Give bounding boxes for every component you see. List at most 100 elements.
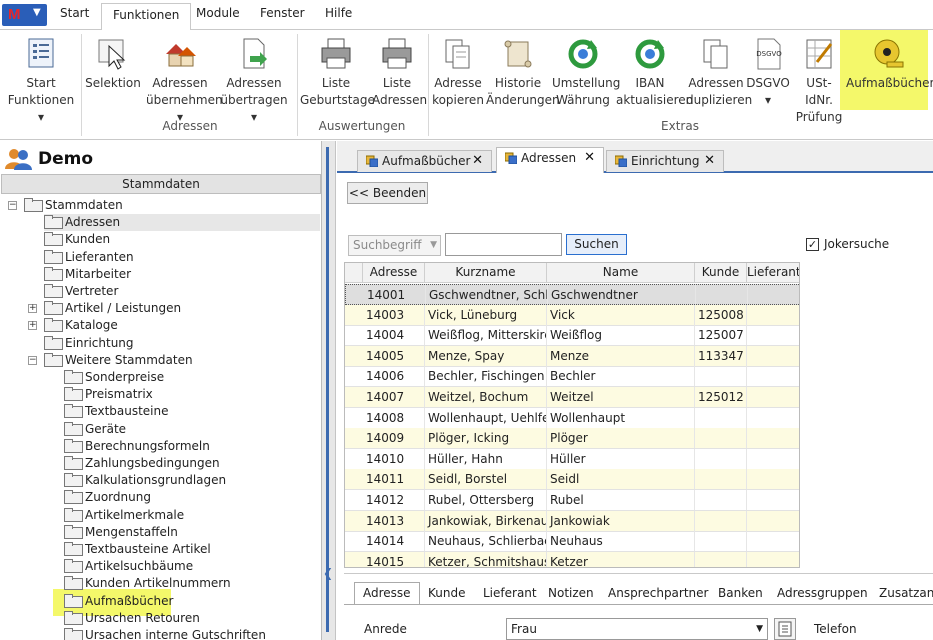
tree-item-label: Geräte bbox=[85, 421, 127, 436]
close-icon[interactable]: ✕ bbox=[472, 151, 483, 171]
aufmassbuecher-button[interactable]: Aufmaßbücher bbox=[846, 36, 933, 92]
umstellung-waehrung-button[interactable]: Umstellung Währung bbox=[552, 36, 620, 109]
tree-item[interactable]: Sonderpreise bbox=[64, 369, 164, 386]
tree-item[interactable]: Preismatrix bbox=[64, 386, 153, 403]
tree-item[interactable]: Weitere Stammdaten bbox=[44, 352, 193, 369]
tab-module[interactable]: Module bbox=[196, 6, 240, 20]
close-icon[interactable]: ✕ bbox=[584, 148, 595, 168]
tree-item[interactable]: Geräte bbox=[64, 421, 126, 438]
ust-idnr-pruefung-button[interactable]: USt-IdNr. Prüfung bbox=[794, 36, 844, 126]
tree-item[interactable]: Kunden bbox=[44, 231, 110, 248]
adressen-duplizieren-button[interactable]: Adressen duplizieren bbox=[686, 36, 752, 109]
tab-hilfe[interactable]: Hilfe bbox=[325, 6, 352, 20]
tree-item[interactable]: Textbausteine Artikel bbox=[64, 541, 211, 558]
detail-tab[interactable]: Banken bbox=[718, 586, 763, 600]
tab-fenster[interactable]: Fenster bbox=[260, 6, 305, 20]
detail-tab[interactable]: Lieferant bbox=[483, 586, 537, 600]
collapse-icon[interactable]: − bbox=[28, 355, 37, 365]
detail-tab[interactable]: Notizen bbox=[548, 586, 594, 600]
tree-item[interactable]: Einrichtung bbox=[44, 335, 134, 352]
button-label: aktualisieren bbox=[616, 93, 694, 107]
close-icon[interactable]: ✕ bbox=[704, 151, 715, 171]
tree-item[interactable]: Lieferanten bbox=[44, 249, 134, 266]
column-header[interactable]: Kurzname bbox=[425, 263, 547, 283]
detail-tab[interactable]: Kunde bbox=[428, 586, 465, 600]
table-row[interactable]: 14003 Vick, Lüneburg Vick 125008 bbox=[345, 304, 799, 326]
collapse-left-icon[interactable]: ❮ bbox=[323, 566, 333, 580]
tree-item-label: Kunden bbox=[65, 232, 111, 247]
expand-icon[interactable]: + bbox=[28, 304, 37, 314]
tab-start[interactable]: Start bbox=[60, 6, 89, 20]
table-row[interactable]: 14015Ketzer, SchmitshausenKetzer bbox=[345, 551, 799, 567]
table-row[interactable]: 14004Weißflog, MitterskirchenWeißflog125… bbox=[345, 325, 799, 347]
column-header[interactable]: Lieferant bbox=[747, 263, 799, 283]
adresse-kopieren-button[interactable]: Adresse kopieren bbox=[432, 36, 484, 109]
tree-item[interactable]: Mitarbeiter bbox=[44, 266, 131, 283]
detail-tab[interactable]: Zusatzans bbox=[879, 586, 933, 600]
tree-item[interactable]: Berechnungsformeln bbox=[64, 438, 210, 455]
jokersuche-checkbox[interactable]: ✓ bbox=[806, 238, 819, 251]
table-row[interactable]: 14001Gschwendtner, SchlierseeGschwendtne… bbox=[345, 284, 799, 305]
tree-item[interactable]: Kunden Artikelnummern bbox=[64, 575, 231, 592]
column-header[interactable]: Kunde bbox=[695, 263, 747, 283]
tree-item[interactable]: Aufmaßbücher bbox=[64, 593, 173, 610]
tree-item[interactable]: Adressen bbox=[44, 214, 320, 232]
tab-adressen[interactable]: Adressen ✕ bbox=[496, 147, 604, 173]
collapse-icon[interactable]: − bbox=[8, 201, 17, 210]
tree-item[interactable]: Kalkulationsgrundlagen bbox=[64, 472, 226, 489]
table-row[interactable]: 14009 Plöger, Icking Plöger bbox=[345, 428, 799, 450]
detail-tab[interactable]: Adressgruppen bbox=[777, 586, 868, 600]
table-row[interactable]: 14010 Hüller, Hahn Hüller bbox=[345, 448, 799, 470]
suchen-button[interactable]: Suchen bbox=[566, 234, 627, 255]
tree-item[interactable]: Zuordnung bbox=[64, 489, 151, 506]
tree-item[interactable]: Artikelmerkmale bbox=[64, 507, 184, 524]
dsgvo-button[interactable]: DSGVO DSGVO ▾ bbox=[746, 36, 790, 109]
historie-aenderungen-button[interactable]: Historie Änderungen bbox=[486, 36, 560, 109]
table-row[interactable]: 14014 Neuhaus, Schlierbach Neuhaus bbox=[345, 531, 799, 553]
beenden-button[interactable]: << Beenden bbox=[347, 182, 428, 204]
detail-tab[interactable]: Ansprechpartner bbox=[608, 586, 708, 600]
search-field-select[interactable]: Suchbegriff ▼ bbox=[348, 235, 441, 256]
tree-item[interactable]: Textbausteine bbox=[64, 403, 169, 420]
adressen-uebertragen-button[interactable]: Adressen übertragen ▾ bbox=[218, 36, 290, 126]
button-label: kopieren bbox=[432, 93, 484, 107]
panel-splitter[interactable]: ❮ bbox=[322, 141, 336, 640]
tree-item[interactable]: Kataloge bbox=[44, 317, 118, 334]
tree-item[interactable]: Vertreter bbox=[44, 283, 118, 300]
tree-item[interactable]: Artikelsuchbäume bbox=[64, 558, 193, 575]
table-row[interactable]: 14005 Menze, Spay Menze 113347 bbox=[345, 345, 799, 367]
table-row[interactable]: 14007 Weitzel, Bochum Weitzel 125012 bbox=[345, 387, 799, 408]
tree-item[interactable]: Stammdaten bbox=[24, 197, 123, 214]
table-row[interactable]: 14011 Seidl, Borstel Seidl bbox=[345, 469, 799, 491]
selektion-button[interactable]: Selektion bbox=[84, 36, 142, 92]
tree-item[interactable]: Artikel / Leistungen bbox=[44, 300, 181, 317]
column-header[interactable]: Name bbox=[547, 263, 695, 283]
liste-geburtstage-button[interactable]: Liste Geburtstage bbox=[300, 36, 375, 109]
adressen-uebernehmen-button[interactable]: Adressen übernehmen ▾ bbox=[146, 36, 223, 126]
anrede-edit-button[interactable] bbox=[774, 618, 796, 640]
table-row[interactable]: 14013 Jankowiak, Birkenau Jankowiak bbox=[345, 510, 799, 532]
start-funktionen-button[interactable]: Start Funktionen ▾ bbox=[4, 36, 78, 126]
expand-icon[interactable]: + bbox=[28, 321, 37, 331]
tab-funktionen[interactable]: Funktionen bbox=[101, 3, 192, 31]
app-menu-button[interactable]: M ▼ bbox=[2, 4, 47, 26]
tree-item[interactable]: Ursachen Retouren bbox=[64, 610, 200, 627]
table-row[interactable]: 14006 Bechler, Fischingen Bechler bbox=[345, 366, 799, 388]
search-input[interactable] bbox=[445, 233, 562, 256]
tab-einrichtung[interactable]: Einrichtung ✕ bbox=[606, 150, 724, 172]
column-header[interactable]: Adresse bbox=[363, 263, 425, 283]
table-cell bbox=[747, 531, 799, 551]
table-row[interactable]: 14008Wollenhaupt, UehlfeldWollenhaupt bbox=[345, 407, 799, 429]
detail-tab[interactable]: Adresse bbox=[354, 582, 420, 604]
tree-item[interactable]: Ursachen interne Gutschriften bbox=[64, 627, 266, 640]
table-cell bbox=[747, 449, 799, 469]
tree-item[interactable]: Mengenstaffeln bbox=[64, 524, 178, 541]
iban-aktualisieren-button[interactable]: IBAN aktualisieren bbox=[616, 36, 694, 109]
tree-item-label: Kalkulationsgrundlagen bbox=[85, 473, 227, 488]
table-row[interactable]: 14012 Rubel, Ottersberg Rubel bbox=[345, 490, 799, 511]
tree-item[interactable]: Zahlungsbedingungen bbox=[64, 455, 220, 472]
liste-adressen-button[interactable]: Liste Adressen bbox=[372, 36, 427, 109]
anrede-select[interactable]: Frau ▼ bbox=[506, 618, 768, 640]
table-cell: 125008 bbox=[695, 304, 747, 325]
tab-aufmassbuecher[interactable]: Aufmaßbücher ✕ bbox=[357, 150, 492, 172]
